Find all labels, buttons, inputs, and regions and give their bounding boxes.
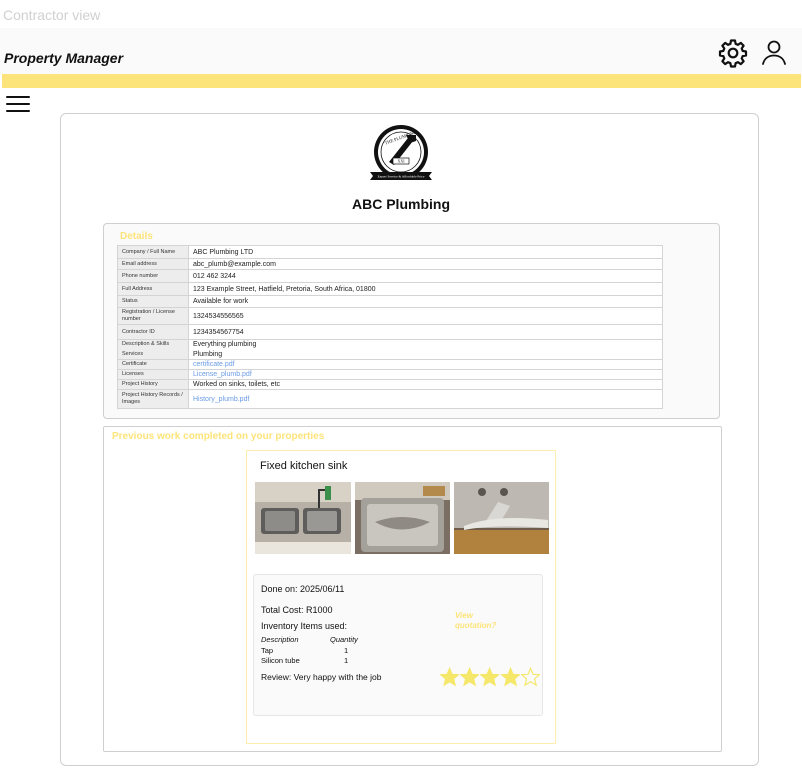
detail-label: Certificate — [117, 359, 189, 370]
history-link[interactable]: History_plumb.pdf — [188, 389, 663, 409]
detail-value: 123 Example Street, Hatfield, Pretoria, … — [188, 282, 663, 296]
table-row: Full Address 123 Example Street, Hatfiel… — [117, 282, 663, 296]
job-photo-sink[interactable] — [255, 482, 351, 554]
inventory-item-quantity: 1 — [344, 656, 349, 665]
inventory-item-description: Silicon tube — [261, 656, 300, 665]
table-row: Status Available for work — [117, 295, 663, 308]
job-details-panel — [253, 574, 543, 716]
detail-value: ABC Plumbing LTD — [188, 245, 663, 259]
table-row: Email address abc_plumb@example.com — [117, 258, 663, 270]
table-row: Registration / License number 1324534556… — [117, 307, 663, 325]
done-on-date: Done on: 2025/06/11 — [261, 584, 345, 594]
table-row: Certificate certificate.pdf — [117, 359, 663, 370]
detail-label: Description & Skills — [117, 339, 189, 350]
total-cost: Total Cost: R1000 — [261, 605, 333, 615]
certificate-link[interactable]: certificate.pdf — [188, 359, 663, 370]
view-quotation-link[interactable]: View quotation? — [455, 611, 515, 631]
star-filled-icon — [500, 667, 520, 687]
app-title: Property Manager — [4, 50, 124, 66]
detail-value: Plumbing — [188, 349, 663, 360]
review-text: Review: Very happy with the job — [261, 672, 382, 682]
detail-value: 1324534556565 — [188, 307, 663, 325]
page-label: Contractor view — [3, 7, 101, 23]
detail-value: 012 462 3244 — [188, 269, 663, 283]
detail-value: Worked on sinks, toilets, etc — [188, 379, 663, 390]
table-row: Phone number 012 462 3244 — [117, 269, 663, 283]
table-row: Description & Skills Everything plumbing — [117, 339, 663, 350]
table-row: Licenses License_plumb.pdf — [117, 369, 663, 380]
detail-label: Company / Full Name — [117, 245, 189, 259]
job-photo-faucet[interactable] — [454, 482, 549, 554]
inventory-label: Inventory Items used: — [261, 621, 348, 631]
job-title: Fixed kitchen sink — [260, 460, 348, 472]
star-filled-icon — [480, 667, 500, 687]
detail-label: Licenses — [117, 369, 189, 380]
detail-label: Phone number — [117, 269, 189, 283]
detail-label: Status — [117, 295, 189, 308]
hamburger-icon[interactable] — [6, 96, 30, 114]
detail-label: Services — [117, 349, 189, 360]
inventory-item-quantity: 1 — [344, 646, 349, 655]
svg-text:Expert Service & Affordable Pr: Expert Service & Affordable Price — [378, 175, 425, 179]
license-link[interactable]: License_plumb.pdf — [188, 369, 663, 380]
company-logo: XXI THE PLUMBING Expert Service & Afford… — [370, 125, 432, 180]
table-row: Project History Records / Images History… — [117, 389, 663, 409]
star-filled-icon — [440, 667, 460, 687]
star-filled-icon — [460, 667, 480, 687]
detail-label: Contractor ID — [117, 324, 189, 340]
svg-text:XXI: XXI — [397, 159, 405, 164]
star-empty-icon — [520, 667, 541, 687]
inventory-header-quantity: Quantity — [330, 635, 358, 644]
table-row: Services Plumbing — [117, 349, 663, 360]
brand-bar — [2, 74, 801, 88]
app-header: Property Manager — [0, 28, 802, 74]
inventory-header-description: Description — [261, 635, 299, 644]
detail-value: abc_plumb@example.com — [188, 258, 663, 270]
detail-label: Project History Records / Images — [117, 389, 189, 409]
details-table: Company / Full Name ABC Plumbing LTD Ema… — [117, 245, 663, 409]
detail-value: Everything plumbing — [188, 339, 663, 350]
detail-label: Full Address — [117, 282, 189, 296]
table-row: Contractor ID 1234354567754 — [117, 324, 663, 340]
star-rating — [440, 667, 541, 689]
detail-value: Available for work — [188, 295, 663, 308]
table-row: Project History Worked on sinks, toilets… — [117, 379, 663, 390]
user-icon[interactable] — [759, 37, 789, 67]
previous-work-title: Previous work completed on your properti… — [112, 431, 325, 442]
details-title: Details — [120, 231, 153, 242]
detail-label: Registration / License number — [117, 307, 189, 325]
inventory-item-description: Tap — [261, 646, 274, 655]
detail-label: Project History — [117, 379, 189, 390]
gear-icon[interactable] — [718, 38, 748, 68]
job-photo-basin[interactable] — [355, 482, 450, 554]
detail-value: 1234354567754 — [188, 324, 663, 340]
detail-label: Email address — [117, 258, 189, 270]
table-row: Company / Full Name ABC Plumbing LTD — [117, 245, 663, 259]
company-name: ABC Plumbing — [352, 196, 450, 212]
